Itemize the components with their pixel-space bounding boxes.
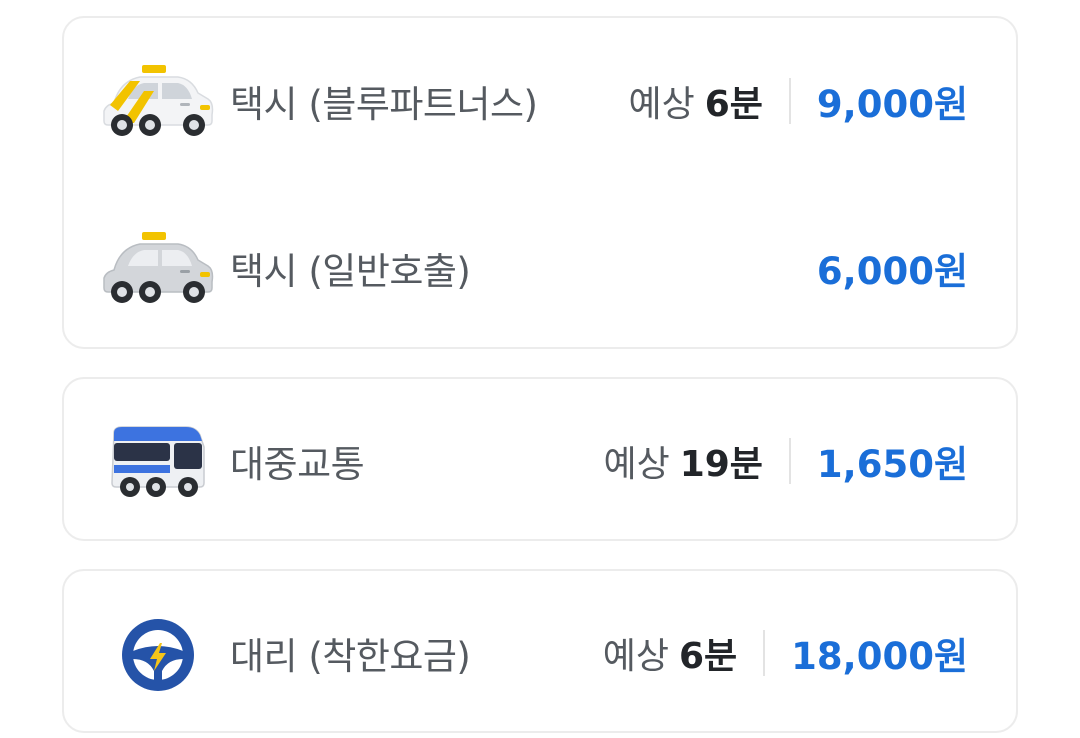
option-row-general-taxi[interactable]: 택시 (일반호출) 6,000원 [64, 213, 1016, 323]
option-label: 대리 (착한요금) [230, 635, 471, 678]
divider [763, 630, 766, 676]
price: 18,000원 [791, 635, 968, 678]
option-label: 택시 (일반호출) [230, 250, 471, 293]
price: 1,650원 [816, 443, 968, 486]
eta-value: 6분 [704, 84, 763, 125]
eta-value: 19분 [679, 444, 763, 485]
general-taxi-icon [100, 230, 216, 306]
bus-icon [100, 423, 216, 499]
option-meta: 예상 6분 9,000원 [628, 74, 968, 128]
eta-value: 6분 [679, 636, 738, 677]
option-label: 대중교통 [230, 443, 365, 486]
option-meta: 예상 6분 18,000원 [603, 626, 968, 680]
eta-prefix: 예상 [602, 636, 669, 677]
option-meta: 예상 19분 1,650원 [603, 434, 968, 488]
blue-partners-taxi-icon [100, 63, 216, 139]
divider [788, 438, 791, 484]
option-row-public-transit[interactable]: 대중교통 예상 19분 1,650원 [64, 406, 1016, 516]
price: 6,000원 [816, 250, 968, 293]
option-meta: 6,000원 [817, 241, 968, 295]
price: 9,000원 [816, 83, 968, 126]
driver-option-card: 대리 (착한요금) 예상 6분 18,000원 [62, 569, 1018, 733]
taxi-options-card: 택시 (블루파트너스) 예상 6분 9,000원 택시 (일반호출) 6,000… [62, 16, 1018, 349]
eta-prefix: 예상 [628, 84, 695, 125]
option-row-designated-driver[interactable]: 대리 (착한요금) 예상 6분 18,000원 [64, 598, 1016, 708]
divider [788, 78, 791, 124]
option-label: 택시 (블루파트너스) [230, 83, 538, 126]
option-row-blue-partners-taxi[interactable]: 택시 (블루파트너스) 예상 6분 9,000원 [64, 46, 1016, 156]
transit-option-card: 대중교통 예상 19분 1,650원 [62, 377, 1018, 541]
eta-prefix: 예상 [603, 444, 670, 485]
steering-wheel-icon [100, 615, 216, 691]
